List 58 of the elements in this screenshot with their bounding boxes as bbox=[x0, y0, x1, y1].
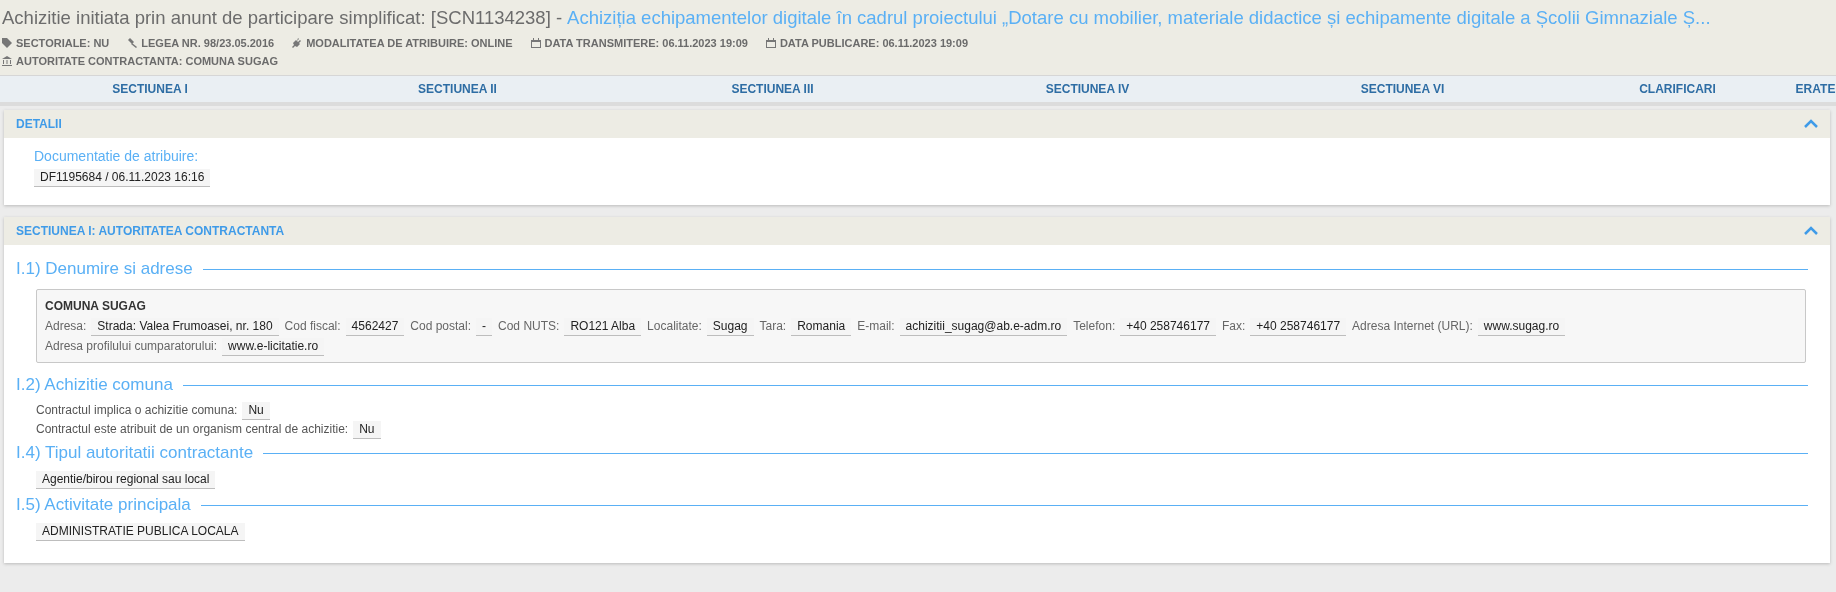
field-value: DF1195684 / 06.11.2023 16:16 bbox=[34, 169, 211, 187]
field-value: ADMINISTRATIE PUBLICA LOCALA bbox=[36, 523, 245, 541]
field-label: E-mail: bbox=[857, 319, 895, 333]
field-value: Romania bbox=[791, 318, 852, 336]
field-label: Cod postal: bbox=[410, 319, 472, 333]
section-tab[interactable]: SECTIUNEA II bbox=[300, 76, 615, 102]
field-value: Nu bbox=[242, 401, 270, 420]
collapse-icon[interactable] bbox=[1804, 226, 1818, 236]
collapse-icon[interactable] bbox=[1804, 119, 1818, 129]
section-tab[interactable]: SECTIUNEA VI bbox=[1245, 76, 1560, 102]
field-value: Sugag bbox=[706, 318, 754, 336]
subsection-heading: I.1) Denumire si adrese bbox=[16, 259, 193, 279]
calendar-icon bbox=[765, 38, 776, 48]
meta-info: DATA TRANSMITERE: 06.11.2023 19:09 bbox=[544, 36, 748, 51]
section-tab[interactable]: SECTIUNEA III bbox=[615, 76, 930, 102]
institution-icon bbox=[2, 56, 12, 66]
section-tab[interactable]: CLARIFICARI bbox=[1560, 76, 1795, 102]
subsection-heading: I.5) Activitate principala bbox=[16, 495, 191, 515]
field-label: Adresa profilului cumparatorului: bbox=[45, 339, 218, 353]
meta-info: SECTORIALE: NU bbox=[16, 36, 110, 51]
field-value: +40 258746177 bbox=[1250, 318, 1347, 336]
hammer-icon bbox=[127, 38, 138, 48]
panel-title: DETALII bbox=[16, 117, 62, 131]
field-value: Agentie/birou regional sau local bbox=[36, 471, 216, 489]
subsection-heading: I.4) Tipul autoritatii contractante bbox=[16, 443, 254, 463]
field-label: Cod fiscal: bbox=[284, 319, 341, 333]
page-title: Achizitie initiata prin anunt de participare simplificat: [SCN1134238] - bbox=[2, 6, 563, 30]
field-label: Fax: bbox=[1222, 319, 1246, 333]
field-label: Adresa: bbox=[45, 319, 87, 333]
meta-info: AUTORITATE CONTRACTANTA: COMUNA SUGAG bbox=[16, 54, 278, 69]
panel-title: SECTIUNEA I: AUTORITATEA CONTRACTANTA bbox=[16, 224, 285, 238]
tag-icon bbox=[2, 38, 12, 48]
meta-info: MODALITATEA DE ATRIBUIRE: ONLINE bbox=[306, 36, 513, 51]
field-label: Adresa Internet (URL): bbox=[1352, 319, 1473, 333]
field-value: achizitii_sugag@ab.e-adm.ro bbox=[899, 318, 1068, 336]
field-value: Nu bbox=[353, 420, 381, 439]
field-label: Contractul implica o achizitie comuna: bbox=[36, 402, 238, 419]
section-tab[interactable]: SECTIUNEA IV bbox=[930, 76, 1245, 102]
field-value: +40 258746177 bbox=[1120, 318, 1216, 336]
procurement-subject: Achiziția echipamentelor digitale în cadrul proiectului „Dotare cu mobilier, materiale didactice și echipamente digitale a Școlii Gimnaziale Ș... bbox=[567, 6, 1711, 30]
field-label: Documentatie de atribuire: bbox=[34, 148, 200, 164]
field-label: Localitate: bbox=[647, 319, 702, 333]
section-tab[interactable]: SECTIUNEA I bbox=[0, 76, 300, 102]
field-value: RO121 Alba bbox=[564, 318, 642, 336]
meta-info: LEGEA NR. 98/23.05.2016 bbox=[141, 36, 275, 51]
calendar-icon bbox=[530, 38, 541, 48]
field-value: www.e-licitatie.ro bbox=[222, 338, 325, 356]
subsection-heading: I.2) Achizitie comuna bbox=[16, 375, 173, 395]
plug-icon bbox=[292, 38, 303, 48]
field-label: Telefon: bbox=[1073, 319, 1116, 333]
field-label: Cod NUTS: bbox=[498, 319, 560, 333]
meta-info: DATA PUBLICARE: 06.11.2023 19:09 bbox=[779, 36, 968, 51]
field-label: Tara: bbox=[759, 319, 787, 333]
authority-name: COMUNA SUGAG bbox=[45, 298, 147, 315]
section-tab[interactable]: ERATE bbox=[1795, 76, 1836, 102]
field-value: 4562427 bbox=[345, 318, 405, 336]
field-label: Contractul este atribuit de un organism central de achizitie: bbox=[36, 421, 349, 438]
field-value: Strada: Valea Frumoasei, nr. 180 bbox=[91, 318, 279, 336]
